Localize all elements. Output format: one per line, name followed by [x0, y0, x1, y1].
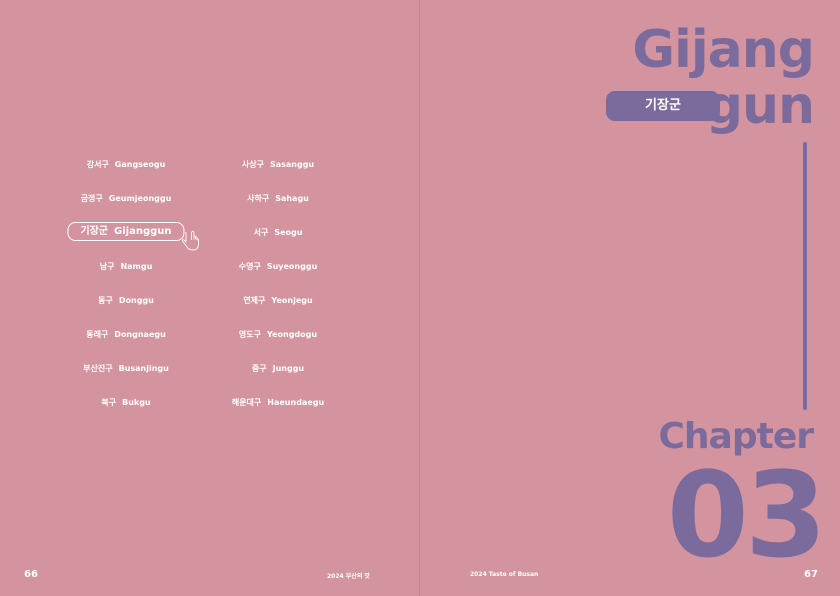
- district-item-suyeonggu[interactable]: 수영구 Suyeonggu: [239, 257, 318, 277]
- title-line-1: Gijang: [632, 20, 815, 80]
- district-item-gijanggun[interactable]: 기장군 Gijanggun: [67, 222, 185, 241]
- district-name-english: Seogu: [274, 228, 303, 237]
- district-name-korean: 해운대구: [231, 398, 262, 407]
- district-name-korean: 연제구: [243, 296, 266, 305]
- korean-district-label: 기장군: [606, 91, 720, 121]
- vertical-accent-bar: [803, 142, 807, 410]
- district-name-korean: 강서구: [86, 160, 109, 169]
- district-name-korean: 중구: [251, 364, 267, 373]
- district-name-english: Donggu: [118, 296, 154, 305]
- district-item-seogu[interactable]: 서구 Seogu: [254, 223, 303, 243]
- left-page-number: 66: [24, 569, 38, 580]
- district-item-gangseogu[interactable]: 강서구 Gangseogu: [87, 155, 166, 175]
- district-name-korean: 북구: [101, 398, 117, 407]
- district-item-bukgu[interactable]: 북구 Bukgu: [101, 393, 150, 413]
- district-item-junggu[interactable]: 중구 Junggu: [252, 359, 304, 379]
- district-name-korean: 기장군: [80, 226, 109, 237]
- district-name-korean: 금정구: [80, 194, 103, 203]
- district-name-english: Geumjeonggu: [108, 194, 172, 203]
- district-name-english: Bukgu: [122, 398, 151, 407]
- district-name-korean: 사상구: [241, 160, 264, 169]
- district-name-english: Sahagu: [275, 194, 309, 203]
- district-name-korean: 부산진구: [83, 364, 113, 373]
- district-name-korean: 동래구: [86, 330, 109, 339]
- district-item-sahagu[interactable]: 사하구 Sahagu: [247, 189, 309, 209]
- district-name-korean: 사하구: [247, 194, 270, 203]
- right-running-title: 2024 Taste of Busan: [470, 571, 539, 578]
- pointing-hand-icon: [181, 230, 199, 251]
- district-item-dongnaegu[interactable]: 동래구 Dongnaegu: [86, 325, 166, 345]
- district-name-english: Gangseogu: [114, 160, 166, 169]
- district-item-haeundaegu[interactable]: 해운대구 Haeundaegu: [232, 393, 324, 413]
- district-name-korean: 남구: [99, 262, 115, 271]
- district-item-namgu[interactable]: 남구 Namgu: [100, 257, 153, 277]
- title-line-2: gun: [705, 76, 815, 136]
- left-running-title: 2024 부산의 맛: [327, 573, 370, 580]
- right-page-number: 67: [804, 569, 818, 580]
- district-name-english: Haeundaegu: [267, 398, 325, 407]
- district-name-english: Gijanggun: [114, 226, 172, 237]
- district-name-korean: 동구: [98, 296, 113, 305]
- district-name-english: Busanjingu: [118, 364, 169, 373]
- district-item-yeonjegu[interactable]: 연제구 Yeonjegu: [243, 291, 312, 311]
- chapter-number: 03: [666, 446, 827, 584]
- district-name-english: Junggu: [272, 364, 305, 373]
- district-name-english: Sasanggu: [269, 160, 315, 169]
- left-page: [0, 0, 419, 596]
- district-name-english: Yeonjegu: [271, 296, 313, 305]
- district-item-geumjeonggu[interactable]: 금정구 Geumjeonggu: [81, 189, 172, 209]
- district-item-yeongdogu[interactable]: 영도구 Yeongdogu: [239, 325, 317, 345]
- district-name-english: Namgu: [120, 262, 153, 271]
- district-name-korean: 영도구: [238, 330, 262, 339]
- district-item-donggu[interactable]: 동구 Donggu: [98, 291, 154, 311]
- district-name-korean: 서구: [253, 228, 269, 237]
- district-item-busanjingu[interactable]: 부산진구 Busanjingu: [83, 359, 169, 379]
- district-name-korean: 수영구: [238, 262, 261, 271]
- district-name-english: Suyeonggu: [266, 262, 318, 271]
- district-name-english: Dongnaegu: [114, 330, 166, 339]
- district-name-english: Yeongdogu: [267, 330, 318, 339]
- district-item-sasanggu[interactable]: 사상구 Sasanggu: [242, 155, 314, 175]
